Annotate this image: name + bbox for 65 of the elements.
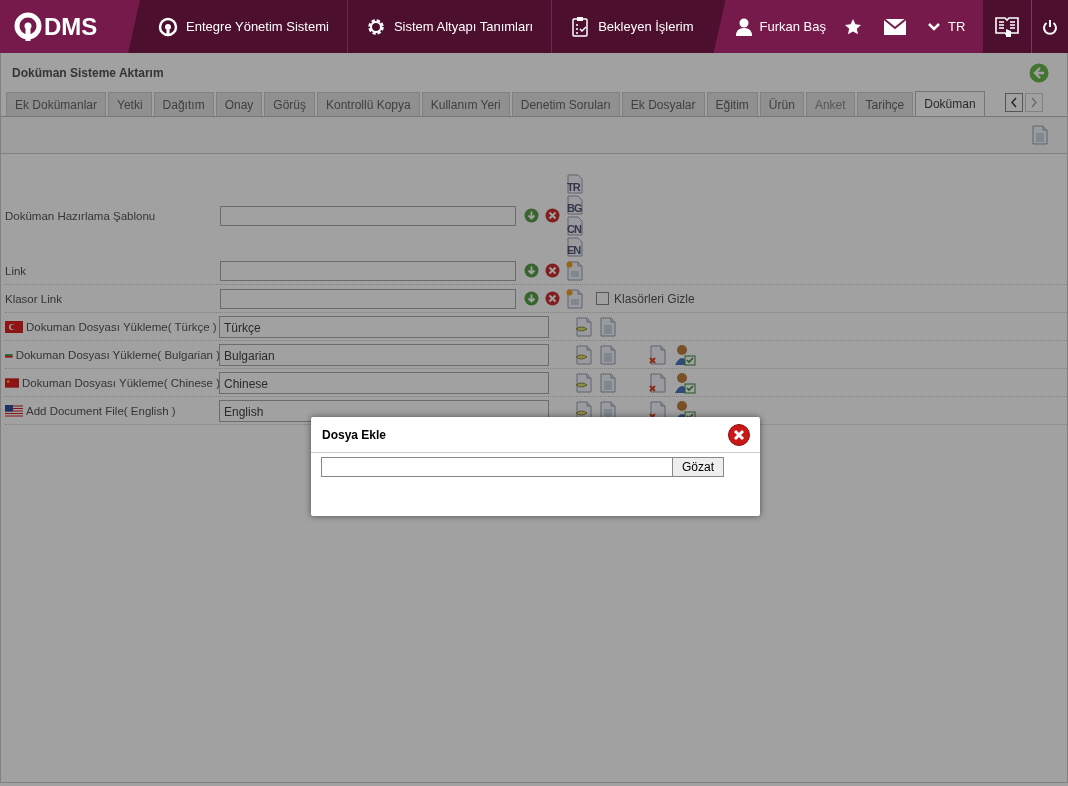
field-label: Doküman Hazırlama Şablonu <box>5 209 157 222</box>
star-icon[interactable] <box>844 17 862 36</box>
chevron-down-icon <box>928 22 940 31</box>
clipboard-icon <box>570 15 591 38</box>
logo-text: DMS <box>44 12 98 41</box>
language-template-icon[interactable]: TR <box>566 174 584 194</box>
tab[interactable]: Doküman <box>915 91 985 116</box>
mail-icon[interactable] <box>884 18 906 35</box>
tab[interactable]: Dağıtım <box>153 92 214 116</box>
gear-icon <box>365 16 386 37</box>
flag-icon <box>5 404 23 417</box>
checkbox-label: Klasörleri Gizle <box>614 291 695 306</box>
field-label: Dokuman Dosyası Yükleme( Türkçe ) <box>26 320 217 333</box>
tab[interactable]: Ek Dokümanlar <box>6 92 107 116</box>
tab[interactable]: Kullanım Yeri <box>421 92 510 116</box>
language-template-icon[interactable]: BG <box>566 195 584 215</box>
nav-menu-item[interactable]: Sistem Altyapı Tanımları <box>347 0 553 53</box>
tab[interactable]: Ürün <box>759 92 804 116</box>
field-label: Link <box>5 264 28 277</box>
nav-menu-item[interactable]: Entegre Yönetim Sistemi <box>140 0 348 53</box>
flag-icon <box>5 376 20 389</box>
file-field[interactable]: Bulgarian <box>219 343 549 366</box>
download-icon[interactable] <box>524 208 539 223</box>
q-logo-icon <box>158 16 179 37</box>
delete-icon[interactable] <box>545 208 560 223</box>
language-template-icon[interactable]: EN <box>566 237 584 257</box>
flag-icon <box>5 320 23 333</box>
tab[interactable]: Kontrollü Kopya <box>317 92 420 116</box>
checkbox[interactable] <box>596 292 609 305</box>
tab[interactable]: Eğitim <box>706 92 758 116</box>
tab[interactable]: Denetim Soruları <box>511 92 620 116</box>
page-title: Doküman Sisteme Aktarım <box>12 66 164 80</box>
power-icon[interactable] <box>1041 18 1058 35</box>
tab[interactable]: Yetki <box>108 92 152 116</box>
q-logo-icon <box>14 11 42 42</box>
browse-button[interactable]: Gözat <box>673 457 724 477</box>
tab[interactable]: Tarihçe <box>856 92 914 116</box>
close-icon[interactable] <box>728 424 750 446</box>
field-label: Dokuman Dosyası Yükleme( Chinese ) <box>22 376 220 389</box>
download-icon[interactable] <box>524 263 539 278</box>
field-label: Add Document File( English ) <box>26 404 176 417</box>
link-field[interactable] <box>220 288 516 309</box>
field-label: Klasor Link <box>5 292 63 305</box>
language-dropdown[interactable]: TR <box>928 19 966 34</box>
template-field[interactable] <box>220 205 516 226</box>
nav-menu-item[interactable]: Bekleyen İşlerim <box>552 0 712 53</box>
delete-icon[interactable] <box>545 291 560 306</box>
scroll-left-button[interactable] <box>1004 93 1023 112</box>
new-document-icon[interactable] <box>566 260 584 281</box>
file-field[interactable]: Türkçe <box>219 315 549 338</box>
tab[interactable]: Görüş <box>264 92 315 116</box>
file-path-field[interactable] <box>321 457 673 477</box>
language-template-icon[interactable]: CN <box>566 216 584 236</box>
tab[interactable]: Onay <box>215 92 263 116</box>
delete-icon[interactable] <box>545 263 560 278</box>
file-field[interactable]: Chinese <box>219 371 549 394</box>
user-icon <box>735 17 752 36</box>
link-field[interactable] <box>220 260 516 281</box>
user-menu[interactable]: Furkan Baş <box>725 0 844 53</box>
dialog-title: Dosya Ekle <box>322 428 387 442</box>
book-icon[interactable] <box>995 15 1020 38</box>
tab[interactable]: Ek Dosyalar <box>621 92 705 116</box>
new-document-icon[interactable] <box>566 288 584 309</box>
field-label: Dokuman Dosyası Yükleme( Bulgarian ) <box>15 348 220 361</box>
download-icon[interactable] <box>524 291 539 306</box>
